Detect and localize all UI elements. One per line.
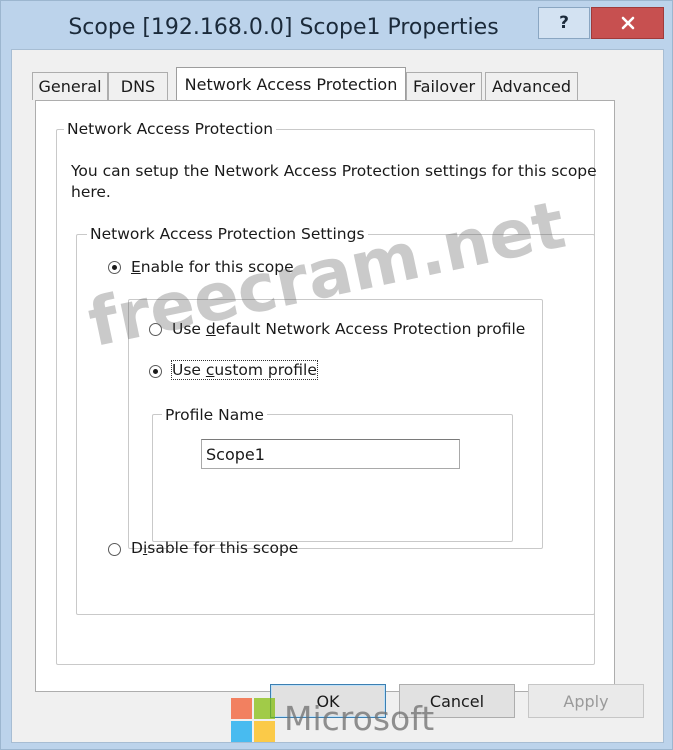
close-x-icon <box>621 16 634 30</box>
label-part: efault Network Access Protection profile <box>215 320 526 338</box>
profile-name-group-title: Profile Name <box>162 406 267 424</box>
access-key: d <box>205 320 216 338</box>
disable-radio[interactable] <box>108 543 121 556</box>
tab-label: DNS <box>120 77 156 96</box>
apply-button-label: Apply <box>563 691 609 711</box>
tab-label: Advanced <box>491 77 572 96</box>
label-part: Use <box>172 361 206 379</box>
microsoft-watermark-text: Microsoft <box>284 699 435 738</box>
label-part: D <box>131 539 143 557</box>
tab-label: Network Access Protection <box>184 75 398 94</box>
custom-profile-radio[interactable] <box>149 365 162 378</box>
help-button[interactable]: ? <box>538 7 590 39</box>
tab-label: General <box>38 77 102 96</box>
tab-failover[interactable]: Failover <box>406 72 482 100</box>
window-title: Scope [192.168.0.0] Scope1 Properties <box>68 15 499 40</box>
label-part: nable for this scope <box>140 258 294 276</box>
help-icon: ? <box>559 13 569 33</box>
label-part: ustom profile <box>214 361 317 379</box>
tab-general[interactable]: General <box>32 72 108 100</box>
description-line-1: You can setup the Network Access Protect… <box>71 162 597 180</box>
default-profile-radio-label[interactable]: Use default Network Access Protection pr… <box>172 320 525 338</box>
tab-panel: Network Access Protection You can setup … <box>35 100 615 692</box>
properties-dialog: Scope [192.168.0.0] Scope1 Properties ? … <box>0 0 673 750</box>
radio-selected-dot <box>112 265 117 270</box>
default-profile-radio[interactable] <box>149 323 162 336</box>
enable-radio[interactable] <box>108 261 121 274</box>
access-key: E <box>131 258 141 276</box>
apply-button[interactable]: Apply <box>528 684 644 718</box>
nap-settings-group-title: Network Access Protection Settings <box>87 225 368 243</box>
radio-selected-dot <box>153 369 158 374</box>
close-button[interactable] <box>591 7 664 39</box>
microsoft-logo-icon <box>231 698 275 742</box>
profile-name-input[interactable] <box>201 439 460 469</box>
tab-advanced[interactable]: Advanced <box>485 72 578 100</box>
label-part: sable for this scope <box>147 539 299 557</box>
label-part: Use <box>172 320 206 338</box>
description-line-2: here. <box>71 183 111 201</box>
nap-group-title: Network Access Protection <box>64 120 277 138</box>
tab-network-access-protection[interactable]: Network Access Protection <box>176 67 406 101</box>
profile-name-groupbox <box>152 414 513 542</box>
enable-radio-label[interactable]: Enable for this scope <box>131 258 294 276</box>
custom-profile-radio-label[interactable]: Use custom profile <box>171 360 318 380</box>
dialog-client-area: General DNS Network Access Protection Fa… <box>11 49 664 743</box>
disable-radio-label[interactable]: Disable for this scope <box>131 539 298 557</box>
tab-label: Failover <box>412 77 476 96</box>
tab-dns[interactable]: DNS <box>108 72 168 100</box>
cancel-button-label: Cancel <box>429 691 485 711</box>
